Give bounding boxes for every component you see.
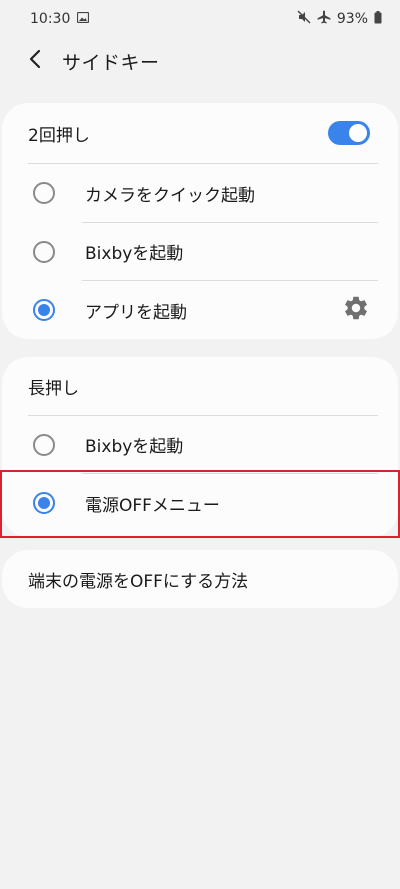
option-label: Bixbyを起動 [85, 437, 184, 457]
long-press-title: 長押し [28, 378, 79, 399]
power-off-help-card[interactable]: 端末の電源をOFFにする方法 [2, 550, 398, 608]
power-off-help-label: 端末の電源をOFFにする方法 [28, 571, 249, 592]
chevron-left-icon [28, 49, 42, 73]
status-bar: 10:30 93% [0, 0, 400, 38]
option-bixby[interactable]: Bixbyを起動 [2, 223, 398, 280]
status-right: 93% [297, 10, 382, 28]
battery-level: 93% [336, 11, 368, 27]
mute-icon [297, 10, 311, 28]
radio-button[interactable] [33, 182, 55, 204]
toggle-knob [349, 124, 367, 142]
option-quick-camera[interactable]: カメラをクイック起動 [2, 164, 398, 222]
long-press-header: 長押し [2, 357, 398, 415]
radio-button-selected[interactable] [33, 299, 55, 321]
power-off-help-link[interactable]: 端末の電源をOFFにする方法 [2, 550, 398, 608]
double-press-header[interactable]: 2回押し [2, 103, 398, 163]
long-press-card: 長押し Bixbyを起動 電源OFFメニュー [2, 357, 398, 537]
double-press-card: 2回押し カメラをクイック起動 Bixbyを起動 アプリを起動 [2, 103, 398, 339]
option-label: Bixbyを起動 [85, 244, 184, 264]
option-label: カメラをクイック起動 [85, 185, 255, 206]
option-launch-app[interactable]: アプリを起動 [2, 281, 398, 339]
gear-icon [342, 294, 370, 326]
image-icon [77, 11, 90, 27]
app-settings-button[interactable] [340, 294, 372, 326]
status-time: 10:30 [30, 11, 71, 27]
page-title: サイドキー [62, 51, 160, 74]
status-left: 10:30 [30, 11, 90, 27]
radio-button-selected[interactable] [33, 492, 55, 514]
radio-button[interactable] [33, 240, 55, 263]
option-label: アプリを起動 [85, 302, 187, 323]
back-button[interactable] [20, 46, 50, 76]
double-press-toggle[interactable] [328, 121, 370, 145]
option-power-off-menu[interactable]: 電源OFFメニュー [2, 474, 398, 532]
radio-button[interactable] [33, 433, 55, 456]
app-bar: サイドキー [0, 38, 400, 84]
option-long-bixby[interactable]: Bixbyを起動 [2, 416, 398, 473]
airplane-icon [317, 10, 331, 28]
double-press-title: 2回押し [28, 125, 90, 146]
battery-icon [374, 10, 382, 28]
option-label: 電源OFFメニュー [85, 495, 220, 516]
